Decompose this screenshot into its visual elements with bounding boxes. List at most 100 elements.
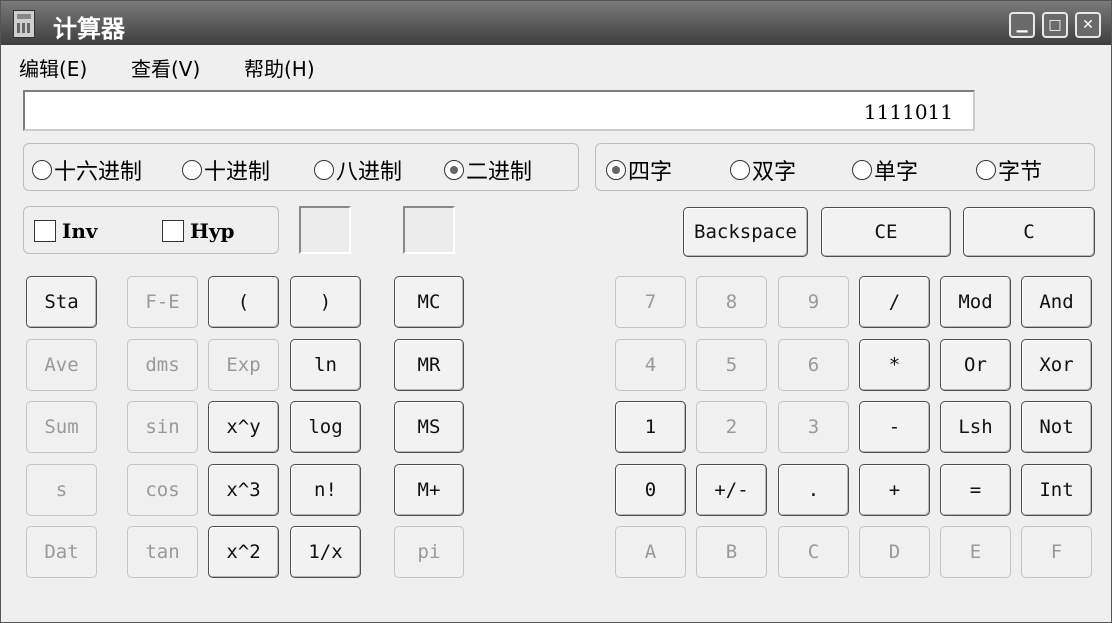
radio-word[interactable]: 单字 [852, 154, 918, 186]
ce-button[interactable]: CE [821, 207, 951, 257]
close-button[interactable]: ✕ [1075, 12, 1101, 38]
key-sin[interactable]: sin [127, 401, 198, 453]
key-ms[interactable]: MS [394, 401, 464, 453]
calculator-icon [13, 10, 35, 38]
key-exp[interactable]: Exp [208, 339, 279, 391]
key-ln[interactable]: ln [290, 339, 361, 391]
key-6[interactable]: 6 [778, 339, 849, 391]
key-e[interactable]: E [940, 526, 1011, 578]
key-minus[interactable]: - [859, 401, 930, 453]
key-f-e[interactable]: F-E [127, 276, 198, 328]
radio-word-label: 单字 [874, 160, 919, 185]
key-cos[interactable]: cos [127, 464, 198, 516]
number-base-group: 十六进制 十进制 八进制 二进制 [23, 143, 579, 191]
radio-qword[interactable]: 四字 [606, 154, 672, 186]
checkbox-icon [162, 220, 184, 242]
radio-oct[interactable]: 八进制 [314, 154, 402, 186]
minimize-icon: ▁ [1016, 17, 1028, 33]
maximize-button[interactable]: □ [1042, 12, 1068, 38]
result-display[interactable]: 1111011 [23, 90, 975, 131]
key-9[interactable]: 9 [778, 276, 849, 328]
key-sta[interactable]: Sta [26, 276, 97, 328]
radio-button-icon [730, 160, 750, 180]
window-title: 计算器 [53, 15, 125, 43]
key-b[interactable]: B [696, 526, 767, 578]
key-plus[interactable]: + [859, 464, 930, 516]
key-5[interactable]: 5 [696, 339, 767, 391]
key-factorial[interactable]: n! [290, 464, 361, 516]
menu-bar: 编辑(E) 查看(V) 帮助(H) [1, 47, 1111, 83]
key-xor[interactable]: Xor [1021, 339, 1092, 391]
radio-button-icon [32, 160, 52, 180]
key-pi[interactable]: pi [394, 526, 464, 578]
key-equals[interactable]: = [940, 464, 1011, 516]
menu-view[interactable]: 查看(V) [131, 53, 200, 82]
key-mr[interactable]: MR [394, 339, 464, 391]
key-dat[interactable]: Dat [26, 526, 97, 578]
radio-button-icon [182, 160, 202, 180]
menu-help[interactable]: 帮助(H) [244, 53, 315, 82]
radio-hex-label: 十六进制 [54, 160, 143, 185]
radio-button-icon [444, 160, 464, 180]
key-x-pow-y[interactable]: x^y [208, 401, 279, 453]
calculator-window: 计算器 ▁ □ ✕ 编辑(E) 查看(V) 帮助(H) 1111011 十六进制… [0, 0, 1112, 623]
key-close-paren[interactable]: ) [290, 276, 361, 328]
radio-button-icon [852, 160, 872, 180]
key-int[interactable]: Int [1021, 464, 1092, 516]
key-or[interactable]: Or [940, 339, 1011, 391]
memory-indicator [403, 206, 455, 254]
key-divide[interactable]: / [859, 276, 930, 328]
parenthesis-indicator [299, 206, 351, 254]
key-mod[interactable]: Mod [940, 276, 1011, 328]
key-0[interactable]: 0 [615, 464, 686, 516]
radio-dec-label: 十进制 [204, 160, 271, 185]
key-7[interactable]: 7 [615, 276, 686, 328]
key-2[interactable]: 2 [696, 401, 767, 453]
key-and[interactable]: And [1021, 276, 1092, 328]
radio-oct-label: 八进制 [336, 160, 403, 185]
radio-dword[interactable]: 双字 [730, 154, 796, 186]
key-c[interactable]: C [778, 526, 849, 578]
clear-button[interactable]: C [963, 207, 1095, 257]
key-x-squared[interactable]: x^2 [208, 526, 279, 578]
radio-dec[interactable]: 十进制 [182, 154, 270, 186]
radio-byte-label: 字节 [998, 160, 1043, 185]
key-tan[interactable]: tan [127, 526, 198, 578]
key-a[interactable]: A [615, 526, 686, 578]
key-4[interactable]: 4 [615, 339, 686, 391]
key-reciprocal[interactable]: 1/x [290, 526, 361, 578]
checkbox-inv-label: Inv [62, 219, 98, 243]
backspace-button[interactable]: Backspace [683, 207, 808, 257]
key-d[interactable]: D [859, 526, 930, 578]
key-m-plus[interactable]: M+ [394, 464, 464, 516]
key-s[interactable]: s [26, 464, 97, 516]
checkbox-inv[interactable]: Inv [34, 219, 98, 243]
minimize-button[interactable]: ▁ [1009, 12, 1035, 38]
key-f[interactable]: F [1021, 526, 1092, 578]
key-sign[interactable]: +/- [696, 464, 767, 516]
key-dms[interactable]: dms [127, 339, 198, 391]
key-mc[interactable]: MC [394, 276, 464, 328]
word-size-group: 四字 双字 单字 字节 [595, 143, 1095, 191]
key-x-cubed[interactable]: x^3 [208, 464, 279, 516]
radio-byte[interactable]: 字节 [976, 154, 1042, 186]
key-lsh[interactable]: Lsh [940, 401, 1011, 453]
menu-edit[interactable]: 编辑(E) [19, 53, 87, 82]
key-not[interactable]: Not [1021, 401, 1092, 453]
radio-hex[interactable]: 十六进制 [32, 154, 142, 186]
radio-button-icon [976, 160, 996, 180]
key-open-paren[interactable]: ( [208, 276, 279, 328]
key-ave[interactable]: Ave [26, 339, 97, 391]
key-3[interactable]: 3 [778, 401, 849, 453]
title-bar[interactable]: 计算器 ▁ □ ✕ [1, 1, 1111, 45]
key-1[interactable]: 1 [615, 401, 686, 453]
key-decimal[interactable]: . [778, 464, 849, 516]
checkbox-hyp[interactable]: Hyp [162, 219, 235, 243]
key-sum[interactable]: Sum [26, 401, 97, 453]
key-log[interactable]: log [290, 401, 361, 453]
key-multiply[interactable]: * [859, 339, 930, 391]
maximize-icon: □ [1048, 17, 1062, 33]
key-8[interactable]: 8 [696, 276, 767, 328]
radio-bin[interactable]: 二进制 [444, 154, 532, 186]
radio-bin-label: 二进制 [466, 160, 533, 185]
